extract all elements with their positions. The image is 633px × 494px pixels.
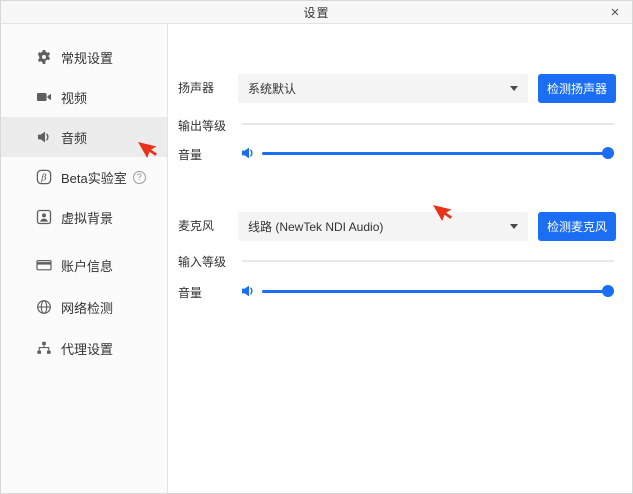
speaker-device-value: 系统默认 [248, 80, 510, 97]
sidebar-item-account-info[interactable]: 账户信息 [1, 245, 167, 285]
sidebar-item-label: 视频 [61, 88, 87, 107]
input-level-meter [242, 260, 614, 262]
sidebar-item-label: 虚拟背景 [61, 208, 113, 227]
output-level-label: 输出等级 [178, 117, 226, 134]
globe-icon [36, 299, 52, 315]
audio-settings-panel: 扬声器 系统默认 检测扬声器 输出等级 音量 麦克风 线路 (Ne [168, 24, 633, 494]
gear-icon [36, 49, 52, 65]
chevron-down-icon [510, 224, 518, 229]
title-bar: 设置 × [1, 1, 632, 24]
sidebar-item-label: 网络检测 [61, 298, 113, 317]
svg-text:β: β [40, 173, 47, 184]
output-level-meter [242, 123, 614, 125]
sidebar-item-virtual-background[interactable]: 虚拟背景 [1, 197, 167, 237]
test-speaker-button[interactable]: 检测扬声器 [538, 74, 616, 103]
proxy-icon [36, 340, 52, 356]
mic-volume-label: 音量 [178, 284, 202, 301]
dialog-title: 设置 [303, 4, 329, 21]
speaker-volume-slider-knob[interactable] [602, 147, 614, 159]
mic-device-value: 线路 (NewTek NDI Audio) [248, 218, 510, 235]
speaker-volume-label: 音量 [178, 146, 202, 163]
video-camera-icon [36, 89, 52, 105]
mic-volume-slider[interactable] [262, 285, 614, 297]
settings-dialog: 设置 × 常规设置视频音频 β Beta实验室? 虚拟背景账户信息网络检测代理设置 扬… [0, 0, 633, 494]
card-icon [36, 257, 52, 273]
help-icon[interactable]: ? [133, 171, 146, 184]
chevron-down-icon [510, 86, 518, 91]
sidebar-item-label: Beta实验室 [61, 168, 127, 187]
sidebar-item-proxy-settings[interactable]: 代理设置 [1, 328, 167, 368]
close-icon: × [611, 4, 620, 21]
sidebar-item-audio[interactable]: 音频 [1, 117, 167, 157]
sidebar-item-network-test[interactable]: 网络检测 [1, 287, 167, 327]
sidebar-item-label: 常规设置 [61, 48, 113, 67]
sidebar-item-general[interactable]: 常规设置 [1, 37, 167, 77]
speaker-device-select[interactable]: 系统默认 [238, 74, 528, 103]
speaker-icon [36, 129, 52, 145]
sidebar-item-beta-lab[interactable]: β Beta实验室? [1, 157, 167, 197]
speaker-volume-icon [240, 145, 256, 161]
portrait-icon [36, 209, 52, 225]
mic-volume-icon [240, 283, 256, 299]
mic-label: 麦克风 [178, 212, 214, 241]
beta-icon: β [36, 169, 52, 185]
close-button[interactable]: × [604, 1, 626, 23]
sidebar-item-label: 代理设置 [61, 339, 113, 358]
settings-sidebar: 常规设置视频音频 β Beta实验室? 虚拟背景账户信息网络检测代理设置 [1, 24, 168, 494]
test-mic-button[interactable]: 检测麦克风 [538, 212, 616, 241]
input-level-label: 输入等级 [178, 253, 226, 270]
mic-volume-slider-knob[interactable] [602, 285, 614, 297]
mic-device-select[interactable]: 线路 (NewTek NDI Audio) [238, 212, 528, 241]
sidebar-item-label: 账户信息 [61, 256, 113, 275]
sidebar-item-video[interactable]: 视频 [1, 77, 167, 117]
speaker-volume-slider[interactable] [262, 147, 614, 159]
sidebar-item-label: 音频 [61, 128, 87, 147]
speaker-label: 扬声器 [178, 74, 214, 103]
